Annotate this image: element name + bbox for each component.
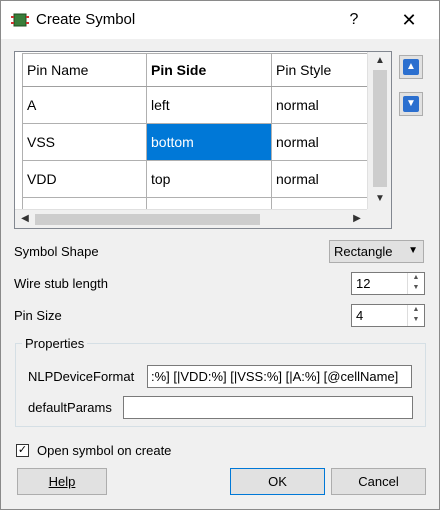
- close-button[interactable]: ✕: [386, 1, 432, 39]
- nlp-device-format-field[interactable]: :%] [|VDD:%] [|VSS:%] [|A:%] [@cellName]: [147, 365, 412, 388]
- horizontal-scrollbar[interactable]: ◀ ▶: [15, 209, 391, 228]
- default-params-label: defaultParams: [28, 400, 112, 415]
- cancel-button[interactable]: Cancel: [331, 468, 426, 495]
- pin-size-spinbox[interactable]: 4 ▲ ▼: [351, 304, 425, 327]
- symbol-shape-label: Symbol Shape: [14, 244, 99, 259]
- column-header-pin-side[interactable]: Pin Side: [146, 53, 272, 87]
- default-params-field[interactable]: [123, 396, 413, 419]
- help-title-button[interactable]: ?: [331, 1, 377, 39]
- open-on-create-label[interactable]: Open symbol on create: [37, 443, 171, 458]
- column-header-pin-style[interactable]: Pin Style: [271, 53, 372, 87]
- pin-style-cell[interactable]: normal: [271, 86, 372, 124]
- pin-style-cell[interactable]: normal: [271, 123, 372, 161]
- horizontal-scroll-thumb[interactable]: [35, 214, 260, 225]
- pin-side-cell-selected[interactable]: bottom: [146, 123, 272, 161]
- table-row[interactable]: A left normal: [22, 86, 372, 124]
- window-title: Create Symbol: [36, 11, 136, 28]
- pin-style-cell[interactable]: normal: [271, 160, 372, 198]
- vertical-scroll-thumb[interactable]: [373, 70, 387, 187]
- chevron-down-icon: ▼: [408, 245, 418, 256]
- vertical-scrollbar[interactable]: ▲ ▼: [367, 52, 391, 209]
- scroll-right-icon[interactable]: ▶: [349, 211, 365, 227]
- arrow-up-icon: ▲: [403, 59, 419, 75]
- pin-name-cell[interactable]: A: [22, 86, 147, 124]
- help-button[interactable]: Help: [17, 468, 107, 495]
- arrow-down-icon: ▼: [403, 96, 419, 112]
- table-row[interactable]: VDD top normal: [22, 160, 372, 198]
- title-bar: Create Symbol ? ✕: [1, 1, 439, 39]
- pin-name-cell[interactable]: VDD: [22, 160, 147, 198]
- wire-stub-value: 12: [356, 276, 371, 291]
- move-down-button[interactable]: ▼: [399, 92, 423, 116]
- open-on-create-checkbox[interactable]: ✓: [16, 444, 29, 457]
- symbol-shape-value: Rectangle: [334, 244, 393, 259]
- ok-button[interactable]: OK: [230, 468, 325, 495]
- pin-table[interactable]: Pin Name Pin Side Pin Style A left norma…: [14, 51, 392, 229]
- pin-side-cell[interactable]: top: [146, 160, 272, 198]
- scroll-up-icon[interactable]: ▲: [372, 53, 388, 69]
- wire-stub-stepper[interactable]: ▲ ▼: [407, 273, 424, 294]
- scroll-down-icon[interactable]: ▼: [372, 191, 388, 207]
- pin-name-cell[interactable]: VSS: [22, 123, 147, 161]
- pin-size-value: 4: [356, 308, 364, 323]
- move-up-button[interactable]: ▲: [399, 55, 423, 79]
- properties-title: Properties: [22, 336, 88, 351]
- wire-stub-spinbox[interactable]: 12 ▲ ▼: [351, 272, 425, 295]
- pin-side-cell[interactable]: left: [146, 86, 272, 124]
- column-header-pin-name[interactable]: Pin Name: [22, 53, 147, 87]
- pin-size-label: Pin Size: [14, 308, 62, 323]
- help-button-label: Help: [48, 474, 76, 489]
- app-icon: [11, 13, 29, 27]
- nlp-device-format-label: NLPDeviceFormat: [28, 369, 135, 384]
- nlp-device-format-value: :%] [|VDD:%] [|VSS:%] [|A:%] [@cellName]: [151, 369, 399, 384]
- wire-stub-label: Wire stub length: [14, 276, 108, 291]
- symbol-shape-select[interactable]: Rectangle ▼: [329, 240, 424, 263]
- create-symbol-dialog: Create Symbol ? ✕ Pin Name Pin Side Pin …: [0, 0, 440, 510]
- table-row[interactable]: VSS bottom normal: [22, 123, 372, 161]
- scroll-left-icon[interactable]: ◀: [17, 211, 33, 227]
- pin-size-stepper[interactable]: ▲ ▼: [407, 305, 424, 326]
- scroll-corner: [367, 209, 391, 228]
